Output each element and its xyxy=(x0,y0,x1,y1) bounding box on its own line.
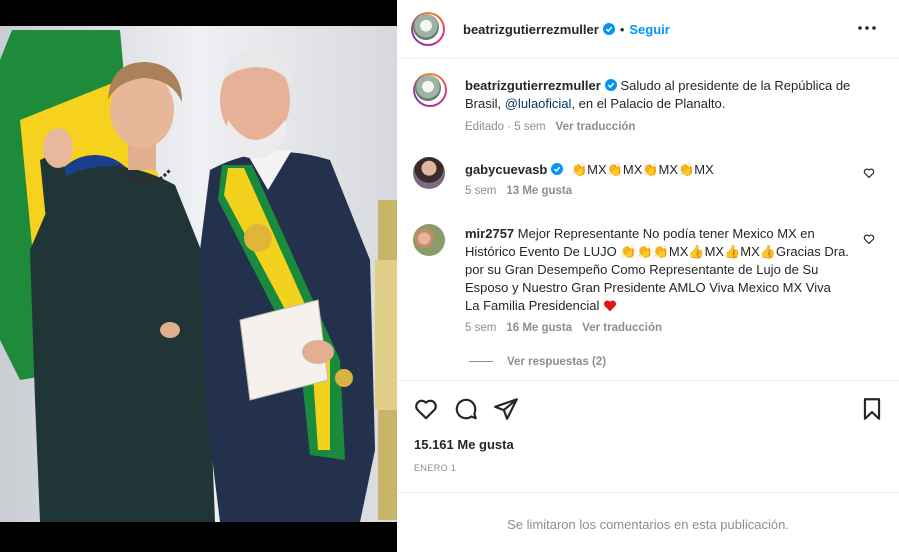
comment-like-heart-icon[interactable] xyxy=(863,167,875,179)
caption-translate-link[interactable]: Ver traducción xyxy=(556,121,636,133)
comment-meta: 5 sem 13 Me gusta xyxy=(465,185,572,197)
comment-body-line-2: Histórico Evento De LUJO 👏👏👏MX👍MX👍MX👍Gra… xyxy=(465,244,849,259)
comment-text: mir2757 Mejor Representante No podía ten… xyxy=(465,225,875,315)
comment-text: gabycuevasb 👏MX👏MX👏MX👏MX xyxy=(465,161,875,179)
comment-likes[interactable]: 13 Me gusta xyxy=(506,185,572,197)
post-side-panel: beatrizgutierrezmuller • Seguir beatrizgut… xyxy=(397,0,899,552)
caption-text: beatrizgutierrezmuller Saludo al preside… xyxy=(465,77,875,113)
comment-body: 👏MX👏MX👏MX👏MX xyxy=(571,162,714,177)
post-image xyxy=(0,0,397,552)
comment-username[interactable]: mir2757 xyxy=(465,226,514,241)
follow-button[interactable]: Seguir xyxy=(629,22,669,37)
author-avatar[interactable] xyxy=(411,12,445,46)
verified-badge-icon xyxy=(604,79,617,91)
comment-time: 5 sem xyxy=(465,322,497,334)
caption-author-avatar[interactable] xyxy=(413,73,447,107)
footer-divider xyxy=(397,492,899,493)
comment-body-line-1: Mejor Representante No podía tener Mexic… xyxy=(517,226,815,241)
post-header: beatrizgutierrezmuller • Seguir xyxy=(397,0,899,59)
comment-avatar[interactable] xyxy=(413,224,445,256)
view-replies-button[interactable]: Ver respuestas (2) xyxy=(469,356,606,368)
caption-edited-time: Editado · 5 sem xyxy=(465,121,546,133)
separator-dot: • xyxy=(619,22,625,37)
post-date[interactable]: ENERO 1 xyxy=(414,463,456,473)
verified-badge-icon xyxy=(551,163,564,175)
replies-line xyxy=(469,361,493,363)
comment-meta: 5 sem 16 Me gusta Ver traducción xyxy=(465,322,662,334)
mention-link[interactable]: @lulaoficial xyxy=(505,96,572,111)
actions-divider xyxy=(397,380,899,381)
comment-avatar[interactable] xyxy=(413,157,445,189)
post-photo[interactable] xyxy=(0,0,397,552)
like-heart-icon[interactable] xyxy=(413,396,439,422)
comments-limited-notice: Se limitaron los comentarios en esta pub… xyxy=(507,517,789,532)
author-username[interactable]: beatrizgutierrezmuller xyxy=(463,22,599,37)
caption-author-username[interactable]: beatrizgutierrezmuller xyxy=(465,78,601,93)
caption-text-part-2: , en el Palacio de Planalto. xyxy=(571,96,726,111)
comment-translate-link[interactable]: Ver traducción xyxy=(582,322,662,334)
comment-time: 5 sem xyxy=(465,185,497,197)
comment-body-line-5: La Familia Presidencial xyxy=(465,298,600,313)
likes-count[interactable]: 15.161 Me gusta xyxy=(414,437,514,452)
comment-body-line-3: por su Gran Desempeño Como Representante… xyxy=(465,262,819,277)
verified-badge-icon xyxy=(602,23,615,35)
comment-like-heart-icon[interactable] xyxy=(863,233,875,245)
comment-likes[interactable]: 16 Me gusta xyxy=(506,322,572,334)
comment-username[interactable]: gabycuevasb xyxy=(465,162,547,177)
red-heart-emoji-icon xyxy=(603,300,617,312)
save-bookmark-icon[interactable] xyxy=(859,396,885,422)
view-replies-label: Ver respuestas (2) xyxy=(507,356,607,368)
post-actions xyxy=(397,394,899,424)
comment-body-line-4: Esposo y Nuestro Gran Presidente AMLO Vi… xyxy=(465,280,831,295)
comments-list[interactable]: beatrizgutierrezmuller Saludo al preside… xyxy=(397,59,899,379)
comment-bubble-icon[interactable] xyxy=(453,396,479,422)
more-horizontal-icon[interactable] xyxy=(857,20,877,36)
caption-meta: Editado · 5 sem Ver traducción xyxy=(465,121,635,133)
post-modal: beatrizgutierrezmuller • Seguir beatrizgut… xyxy=(0,0,899,552)
share-paper-plane-icon[interactable] xyxy=(493,396,519,422)
